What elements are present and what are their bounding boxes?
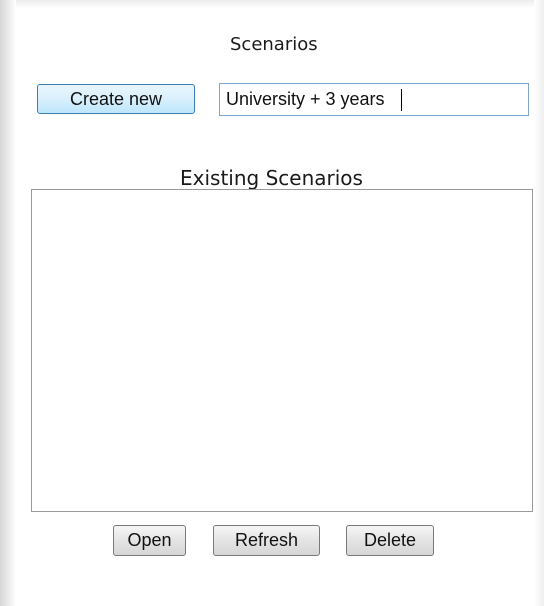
existing-scenarios-label: Existing Scenarios <box>180 166 363 190</box>
refresh-button[interactable]: Refresh <box>213 525 320 556</box>
delete-button[interactable]: Delete <box>346 525 434 556</box>
window-shadow-right <box>534 0 544 606</box>
existing-scenarios-list[interactable] <box>31 189 533 512</box>
create-new-button[interactable]: Create new <box>37 84 195 114</box>
window-shadow-left <box>0 0 16 606</box>
text-caret <box>401 89 402 111</box>
panel-title: Scenarios <box>230 34 318 55</box>
scenario-name-input[interactable] <box>219 83 529 116</box>
open-button[interactable]: Open <box>113 525 186 556</box>
window-shadow-top <box>0 0 544 8</box>
